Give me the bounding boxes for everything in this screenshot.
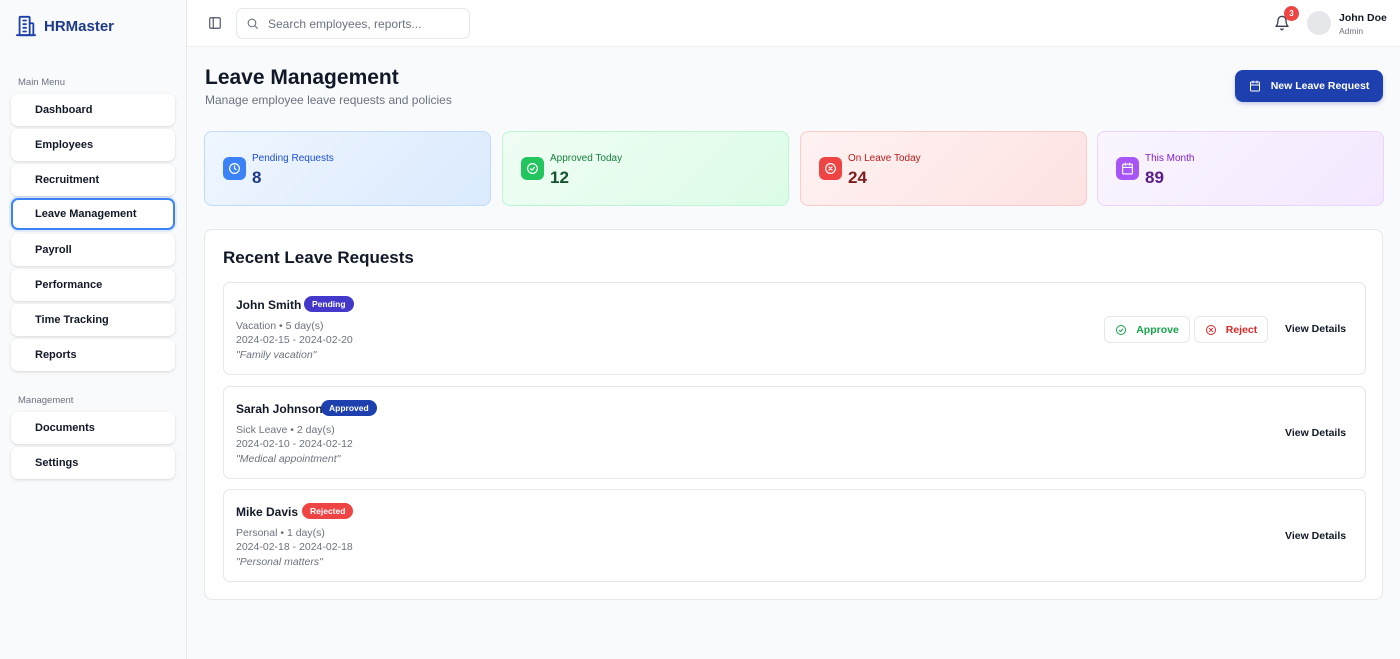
leave-reason: "Medical appointment"	[236, 453, 341, 465]
stat-label: Approved Today	[550, 153, 623, 164]
avatar[interactable]	[1307, 11, 1331, 35]
check-circle-icon	[521, 157, 544, 180]
leave-type-duration: Vacation • 5 day(s)	[236, 320, 324, 332]
building-icon	[15, 15, 37, 37]
leave-dates: 2024-02-15 - 2024-02-20	[236, 334, 353, 346]
employee-name: Mike Davis	[236, 505, 299, 519]
stat-label: Pending Requests	[252, 153, 334, 164]
view-details-link[interactable]: View Details	[1285, 427, 1346, 439]
sidebar-item-leave-management[interactable]: Leave Management	[11, 198, 175, 230]
reject-label: Reject	[1225, 323, 1258, 336]
search-box[interactable]	[236, 8, 470, 39]
leave-dates: 2024-02-10 - 2024-02-12	[236, 438, 353, 450]
leave-type-duration: Personal • 1 day(s)	[236, 527, 325, 539]
app-name: HRMaster	[44, 17, 115, 35]
panel-title: Recent Leave Requests	[223, 248, 414, 267]
approve-button[interactable]: Approve	[1104, 316, 1190, 343]
status-badge: Approved	[321, 400, 377, 416]
stat-card-pending-requests: Pending Requests 8	[204, 131, 491, 206]
notification-badge: 3	[1284, 6, 1299, 21]
stat-card-on-leave-today: On Leave Today 24	[800, 131, 1087, 206]
approve-label: Approve	[1136, 323, 1179, 336]
leave-request-item: Mike Davis Rejected Personal • 1 day(s) …	[223, 489, 1366, 582]
stat-value: 12	[550, 168, 569, 187]
stat-card-this-month: This Month 89	[1097, 131, 1384, 206]
sidebar-item-performance[interactable]: Performance	[11, 269, 175, 301]
calendar-icon	[1249, 80, 1260, 92]
status-badge: Pending	[304, 296, 354, 312]
recent-leave-requests-panel: Recent Leave Requests John Smith Pending…	[204, 229, 1383, 600]
management-label: Management	[18, 395, 74, 406]
stat-value: 8	[252, 168, 262, 187]
stat-value: 89	[1145, 168, 1164, 187]
sidebar-toggle-icon[interactable]	[208, 16, 222, 30]
top-bar: 3 John Doe Admin	[187, 0, 1400, 47]
sidebar-item-recruitment[interactable]: Recruitment	[11, 164, 175, 196]
leave-type-duration: Sick Leave • 2 day(s)	[236, 424, 335, 436]
clock-icon	[223, 157, 246, 180]
view-details-link[interactable]: View Details	[1285, 530, 1346, 542]
search-icon	[247, 18, 258, 29]
leave-dates: 2024-02-18 - 2024-02-18	[236, 541, 353, 553]
status-badge: Rejected	[302, 503, 354, 519]
app-logo[interactable]: HRMaster	[15, 15, 114, 37]
sidebar-item-dashboard[interactable]: Dashboard	[11, 94, 175, 126]
new-leave-request-button[interactable]: New Leave Request	[1235, 70, 1383, 102]
check-circle-icon	[1116, 324, 1127, 335]
sidebar-item-documents[interactable]: Documents	[11, 412, 175, 444]
x-circle-icon	[819, 157, 842, 180]
sidebar-item-payroll[interactable]: Payroll	[11, 234, 175, 266]
leave-request-item: John Smith Pending Vacation • 5 day(s) 2…	[223, 282, 1366, 375]
leave-reason: "Personal matters"	[236, 556, 323, 568]
leave-reason: "Family vacation"	[236, 349, 317, 361]
user-name[interactable]: John Doe	[1339, 12, 1387, 24]
view-details-link[interactable]: View Details	[1285, 323, 1346, 335]
main-menu-label: Main Menu	[18, 77, 65, 88]
stat-label: This Month	[1145, 153, 1195, 164]
calendar-icon	[1116, 157, 1139, 180]
user-role: Admin	[1339, 26, 1364, 36]
employee-name: John Smith	[236, 298, 302, 312]
sidebar: HRMaster Main Menu Dashboard Employees R…	[0, 0, 187, 659]
new-leave-request-label: New Leave Request	[1270, 80, 1370, 92]
stat-label: On Leave Today	[848, 153, 921, 164]
employee-name: Sarah Johnson	[236, 402, 323, 416]
stat-card-approved-today: Approved Today 12	[502, 131, 789, 206]
leave-request-item: Sarah Johnson Approved Sick Leave • 2 da…	[223, 386, 1366, 479]
page-subtitle: Manage employee leave requests and polic…	[205, 93, 452, 107]
search-input[interactable]	[268, 16, 448, 31]
sidebar-item-reports[interactable]: Reports	[11, 339, 175, 371]
page-title: Leave Management	[205, 66, 399, 89]
stat-value: 24	[848, 168, 867, 187]
reject-button[interactable]: Reject	[1194, 316, 1268, 343]
sidebar-item-time-tracking[interactable]: Time Tracking	[11, 304, 175, 336]
sidebar-item-settings[interactable]: Settings	[11, 447, 175, 479]
x-circle-icon	[1205, 324, 1216, 335]
sidebar-item-employees[interactable]: Employees	[11, 129, 175, 161]
